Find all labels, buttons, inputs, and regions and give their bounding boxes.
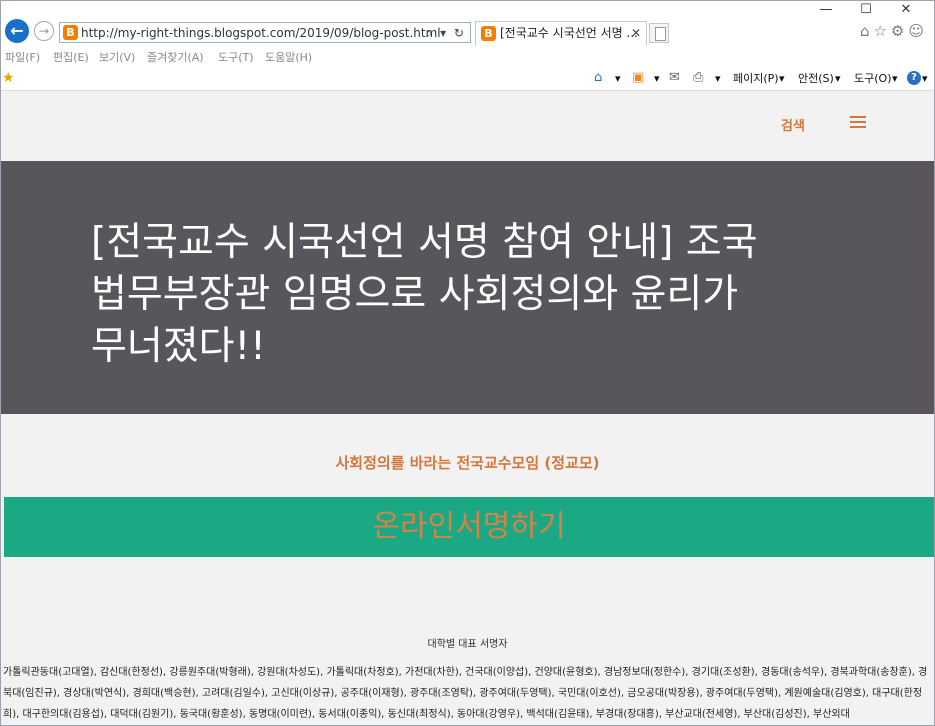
blogger-favicon-icon: B: [63, 25, 78, 40]
safety-menu[interactable]: 안전(S): [798, 71, 834, 86]
help-icon[interactable]: ?: [907, 71, 921, 85]
maximize-icon[interactable]: ☐: [854, 1, 878, 19]
tab-close-icon[interactable]: ✕: [631, 25, 641, 41]
address-bar[interactable]: B http://my-right-things.blogspot.com/20…: [59, 22, 471, 43]
post-title: [전국교수 시국선언 서명 참여 안내] 조국 법무부장관 임명으로 사회정의와…: [91, 220, 758, 369]
signers-list-header: 대학별 대표 서명자: [427, 639, 508, 650]
online-sign-label[interactable]: 온라인서명하기: [4, 509, 934, 545]
page-dropdown-icon[interactable]: ▾: [779, 71, 785, 86]
tools-menu[interactable]: 도구(O): [854, 71, 891, 86]
menu-tools[interactable]: 도구(T): [218, 49, 254, 65]
organization-name: 사회정의를 바라는 전국교수모임 (정교모): [335, 454, 600, 472]
menu-favorites[interactable]: 즐겨찾기(A): [147, 49, 204, 65]
title-bar: ← → B http://my-right-things.blogspot.co…: [1, 1, 934, 45]
search-link[interactable]: 검색: [781, 115, 805, 134]
print-icon[interactable]: ⎙: [693, 70, 703, 86]
tab-favicon-icon: B: [481, 26, 496, 41]
home-icon[interactable]: ⌂: [594, 70, 602, 86]
site-header: 검색: [1, 92, 934, 160]
menu-view[interactable]: 보기(V): [99, 49, 135, 65]
print-dropdown-icon[interactable]: ▾: [715, 71, 721, 86]
feed-dropdown-icon[interactable]: ▾: [654, 71, 660, 86]
help-dropdown-icon[interactable]: ▾: [922, 71, 928, 86]
back-button[interactable]: ←: [5, 19, 29, 43]
signers-list: 가톨릭관동대(고대열), 감신대(한정선), 강릉원주대(박형래), 강원대(차…: [3, 667, 928, 720]
menu-bar: 파일(F) 편집(E) 보기(V) 즐겨찾기(A) 도구(T) 도움말(H): [1, 45, 934, 67]
browser-window: ← → B http://my-right-things.blogspot.co…: [0, 0, 935, 726]
home-favorites-settings-icons[interactable]: ⌂☆⚙☺: [860, 22, 928, 40]
window-controls: — ☐ ✕: [814, 1, 924, 19]
url-text[interactable]: http://my-right-things.blogspot.com/2019…: [81, 24, 441, 42]
favorites-star-icon[interactable]: ★: [2, 70, 15, 86]
tab-blog-post[interactable]: B [전국교수 시국선언 서명 ... ✕: [475, 21, 647, 45]
hamburger-menu-icon[interactable]: [850, 116, 866, 128]
tab-title: [전국교수 시국선언 서명 ...: [500, 26, 638, 40]
home-dropdown-icon[interactable]: ▾: [615, 71, 621, 86]
tools-dropdown-icon[interactable]: ▾: [892, 71, 898, 86]
feed-icon[interactable]: ▣: [632, 70, 644, 86]
menu-edit[interactable]: 편집(E): [53, 49, 89, 65]
new-tab-button[interactable]: [649, 23, 669, 43]
search-refresh-icons[interactable]: ⌕ ▾ ↻: [426, 24, 466, 42]
online-sign-button[interactable]: 온라인서명하기: [4, 497, 934, 557]
safety-dropdown-icon[interactable]: ▾: [835, 71, 841, 86]
command-bar: ★ ⌂ ▾ ▣ ▾ ✉ ⎙ ▾ 페이지(P) ▾ 안전(S) ▾ 도구(O) ▾…: [1, 67, 934, 91]
page-menu[interactable]: 페이지(P): [733, 71, 779, 86]
menu-file[interactable]: 파일(F): [5, 49, 40, 65]
close-icon[interactable]: ✕: [894, 1, 918, 19]
minimize-icon[interactable]: —: [814, 1, 838, 19]
hero-banner: [전국교수 시국선언 서명 참여 안내] 조국 법무부장관 임명으로 사회정의와…: [1, 161, 934, 414]
web-page: 검색 [전국교수 시국선언 서명 참여 안내] 조국 법무부장관 임명으로 사회…: [1, 92, 934, 725]
forward-button[interactable]: →: [34, 21, 54, 41]
menu-help[interactable]: 도움말(H): [265, 49, 312, 65]
mail-icon[interactable]: ✉: [669, 70, 680, 86]
